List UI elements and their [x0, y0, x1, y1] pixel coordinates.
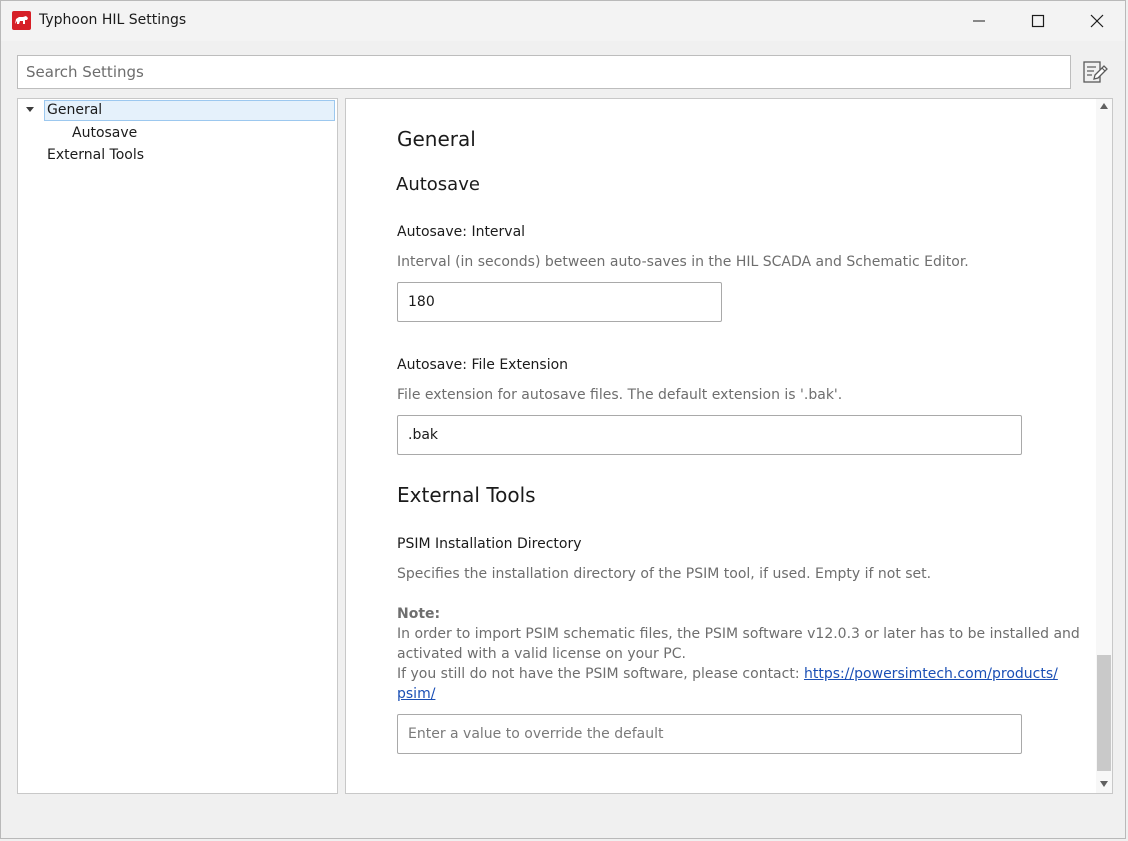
psim-directory-input[interactable] [398, 715, 1021, 753]
interval-label: Autosave: Interval [397, 224, 526, 240]
window-title: Typhoon HIL Settings [39, 12, 187, 28]
scroll-down-arrow-icon[interactable] [1100, 781, 1108, 787]
tree-item-general-label[interactable]: General [47, 102, 102, 118]
tree-item-external-tools[interactable]: External Tools [47, 147, 144, 163]
close-button[interactable] [1068, 1, 1126, 41]
tree-item-autosave[interactable]: Autosave [72, 125, 137, 141]
section-heading-autosave: Autosave [396, 174, 480, 195]
note-line-3-text: If you still do not have the PSIM softwa… [397, 666, 804, 682]
note-line-4: psim/ [397, 686, 435, 702]
scroll-thumb[interactable] [1097, 655, 1111, 771]
interval-field [397, 282, 722, 322]
section-heading-external-tools: External Tools [397, 483, 536, 507]
note-line-2: activated with a valid license on your P… [397, 646, 686, 662]
psim-directory-field [397, 714, 1022, 754]
settings-tree: General Autosave External Tools [17, 98, 338, 794]
file-extension-field [397, 415, 1022, 455]
psim-product-link[interactable]: https://powersimtech.com/products/ [804, 666, 1058, 682]
maximize-button[interactable] [1009, 1, 1067, 41]
search-box [17, 55, 1071, 89]
psim-description: Specifies the installation directory of … [397, 566, 932, 582]
edit-settings-json-icon[interactable] [1081, 58, 1109, 86]
minimize-button[interactable] [950, 1, 1008, 41]
file-extension-description: File extension for autosave files. The d… [397, 387, 843, 403]
scroll-up-arrow-icon[interactable] [1100, 103, 1108, 109]
file-extension-input[interactable] [398, 416, 1021, 454]
title-bar: Typhoon HIL Settings [1, 1, 1125, 41]
typhoon-app-icon [12, 11, 31, 30]
section-heading-general: General [397, 127, 476, 151]
psim-label: PSIM Installation Directory [397, 536, 582, 552]
minimize-icon [973, 20, 985, 22]
note-line-1: In order to import PSIM schematic files,… [397, 626, 1080, 642]
file-extension-label: Autosave: File Extension [397, 357, 569, 373]
search-input[interactable] [18, 56, 1070, 88]
settings-content: General Autosave Autosave: Interval Inte… [345, 98, 1113, 794]
content-scrollbar[interactable] [1096, 99, 1112, 793]
maximize-icon [1031, 14, 1045, 28]
note-line-3: If you still do not have the PSIM softwa… [397, 666, 1058, 682]
settings-window: Typhoon HIL Settings Search Settings Gen… [0, 0, 1126, 839]
expand-arrow-icon[interactable] [26, 107, 34, 112]
interval-input[interactable] [398, 283, 721, 321]
psim-product-link-continued[interactable]: psim/ [397, 686, 435, 702]
note-title: Note: [397, 606, 441, 622]
interval-description: Interval (in seconds) between auto-saves… [397, 254, 969, 270]
close-icon [1090, 14, 1104, 28]
